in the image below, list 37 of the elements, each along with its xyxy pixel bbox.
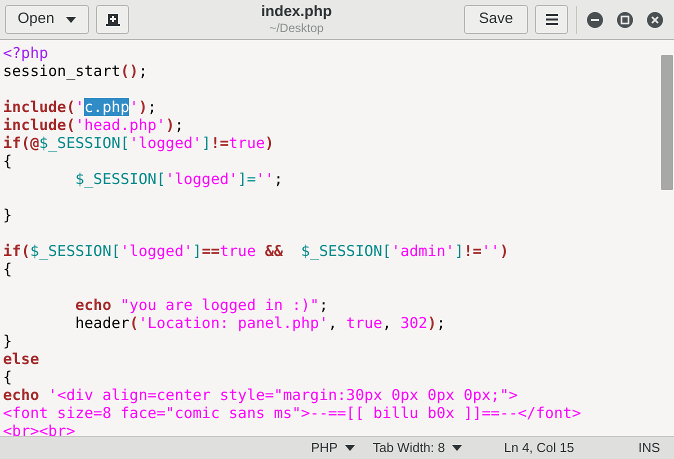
code-line: }: [3, 332, 12, 350]
code-line: else: [3, 350, 40, 368]
open-button[interactable]: Open: [5, 5, 89, 34]
code-line: {: [3, 368, 12, 386]
maximize-icon[interactable]: [617, 12, 633, 28]
code-line: <?php: [3, 44, 48, 62]
code-line: if(@$_SESSION['logged']!=true): [3, 134, 274, 152]
cursor-position: Ln 4, Col 15: [504, 439, 574, 458]
tab-width-selector[interactable]: Tab Width: 8: [372, 438, 462, 458]
code-line: echo "you are logged in :)";: [75, 296, 328, 314]
code-line: session_start();: [3, 62, 148, 80]
code-line: }: [3, 206, 12, 224]
menu-icon: [546, 14, 558, 25]
code-line: include('head.php');: [3, 116, 184, 134]
code-line: include('c.php');: [3, 98, 157, 116]
menu-button[interactable]: [535, 5, 568, 34]
insert-mode: INS: [638, 439, 660, 458]
code-line: if($_SESSION['logged']==true && $_SESSION['admin']!=''): [3, 242, 509, 260]
caret-icon: [344, 445, 355, 451]
save-button[interactable]: Save: [464, 5, 528, 34]
close-icon[interactable]: [647, 12, 663, 28]
new-tab-button[interactable]: [96, 5, 129, 34]
minimize-icon[interactable]: [587, 12, 603, 28]
window-subtitle: ~/Desktop: [269, 21, 324, 36]
code-line: {: [3, 152, 12, 170]
code-line: {: [3, 260, 12, 278]
window-title: index.php: [261, 2, 332, 22]
new-tab-icon: [106, 14, 120, 26]
code-line: header('Location: panel.php', true, 302);: [74, 314, 446, 332]
language-selector[interactable]: PHP: [311, 438, 355, 458]
caret-icon: [452, 445, 462, 451]
code-line: <br><br>: [3, 422, 76, 436]
code-line: $_SESSION['logged']='';: [75, 170, 283, 188]
code-line: <font size=8 face="comic sans ms">--==[[ billu b0x ]]==--</font>: [3, 404, 581, 422]
code-line: echo '<div align=center style="margin:30px 0px 0px 0px;">: [3, 386, 518, 404]
caret-icon: [66, 16, 76, 22]
scrollbar-thumb[interactable]: [661, 55, 673, 190]
